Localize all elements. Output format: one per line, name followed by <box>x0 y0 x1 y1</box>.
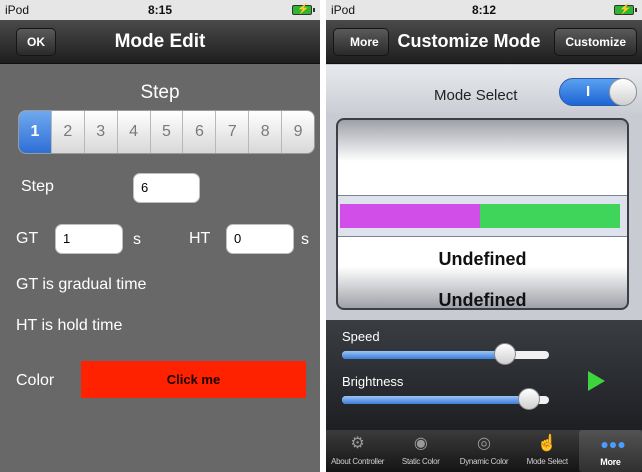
ht-note: HT is hold time <box>16 317 123 334</box>
brightness-slider[interactable] <box>342 388 549 410</box>
gt-unit: s <box>133 231 141 248</box>
tab-bar: ⚙ About Controller ◉ Static Color ◎ Dyna… <box>326 430 642 472</box>
step-segment-9[interactable]: 9 <box>282 111 314 153</box>
status-bar: iPod 8:12 ⚡ <box>326 0 642 20</box>
tab-label: Mode Select <box>526 457 568 466</box>
step-segment-8[interactable]: 8 <box>249 111 283 153</box>
picker-row[interactable]: Undefined <box>338 290 627 308</box>
play-icon[interactable] <box>588 371 605 391</box>
controls-panel: Speed Brightness <box>326 320 642 430</box>
mode-select-row: Mode Select I <box>326 65 642 115</box>
tab-label: Static Color <box>401 457 440 466</box>
ht-unit: s <box>301 231 309 248</box>
nav-bar: OK Mode Edit <box>0 20 320 64</box>
speed-slider-thumb[interactable] <box>494 343 516 365</box>
picker-selection-row <box>338 195 627 237</box>
brightness-slider-fill <box>342 396 529 404</box>
status-bar: iPod 8:15 ⚡ <box>0 0 320 20</box>
step-segmented-control[interactable]: 1 2 3 4 5 6 7 8 9 <box>18 110 315 154</box>
step-segment-2[interactable]: 2 <box>52 111 85 153</box>
tab-label: More <box>600 457 621 467</box>
step-label: Step <box>21 178 54 195</box>
step-segment-1[interactable]: 1 <box>19 111 52 153</box>
step-segment-5[interactable]: 5 <box>151 111 184 153</box>
tab-label: Dynamic Color <box>459 457 509 466</box>
step-field[interactable]: 6 <box>133 173 200 203</box>
status-time: 8:15 <box>147 3 173 17</box>
customize-button[interactable]: Customize <box>554 28 637 56</box>
gear-icon: ⚙ <box>350 435 365 452</box>
back-more-button[interactable]: More <box>333 28 389 56</box>
color-button[interactable]: Click me <box>81 361 306 398</box>
speed-label: Speed <box>342 329 380 344</box>
hand-icon: ☝ <box>537 435 558 452</box>
tab-mode-select[interactable]: ☝ Mode Select <box>516 430 579 472</box>
nav-bar: More Customize Mode Customize <box>326 20 642 64</box>
speed-slider[interactable] <box>342 343 549 365</box>
tab-dynamic-color[interactable]: ◎ Dynamic Color <box>452 430 515 472</box>
mode-picker[interactable]: Undefined Undefined <box>336 118 629 310</box>
step-segment-3[interactable]: 3 <box>85 111 118 153</box>
ht-field[interactable]: 0 <box>226 224 294 254</box>
ht-label: HT <box>189 230 211 247</box>
eye-icon: ◎ <box>477 435 491 452</box>
eye-icon: ◉ <box>413 435 428 452</box>
battery-icon: ⚡ <box>292 4 315 15</box>
mode-select-label: Mode Select <box>434 87 518 104</box>
step-segment-4[interactable]: 4 <box>118 111 151 153</box>
tab-about-controller[interactable]: ⚙ About Controller <box>326 430 389 472</box>
color-label: Color <box>16 372 55 389</box>
page-title: Customize Mode <box>397 31 541 51</box>
step-heading: Step <box>140 82 180 103</box>
more-icon: ●●● <box>600 436 626 452</box>
brightness-label: Brightness <box>342 374 404 389</box>
mode-select-toggle[interactable]: I <box>559 78 637 106</box>
brightness-slider-thumb[interactable] <box>518 388 540 410</box>
battery-icon: ⚡ <box>614 4 637 15</box>
gt-field[interactable]: 1 <box>55 224 123 254</box>
step-segment-7[interactable]: 7 <box>216 111 250 153</box>
speed-slider-fill <box>342 351 505 359</box>
tab-static-color[interactable]: ◉ Static Color <box>389 430 452 472</box>
tab-more[interactable]: ●●● More <box>578 430 642 472</box>
toggle-on-label: I <box>586 83 591 100</box>
gt-label: GT <box>16 230 39 247</box>
customize-mode-screen: iPod 8:12 ⚡ More Customize Mode Customiz… <box>326 0 642 472</box>
picker-row[interactable]: Undefined <box>338 249 627 270</box>
step-segment-6[interactable]: 6 <box>183 111 217 153</box>
page-title: Mode Edit <box>114 31 206 52</box>
status-time: 8:12 <box>471 3 497 17</box>
color-swatch-magenta <box>340 204 480 228</box>
mode-edit-screen: iPod 8:15 ⚡ OK Mode Edit Step 1 2 3 4 5 … <box>0 0 320 472</box>
tab-label: About Controller <box>331 457 385 466</box>
color-swatch-green <box>480 204 620 228</box>
toggle-knob <box>609 78 637 106</box>
gt-note: GT is gradual time <box>16 276 147 293</box>
